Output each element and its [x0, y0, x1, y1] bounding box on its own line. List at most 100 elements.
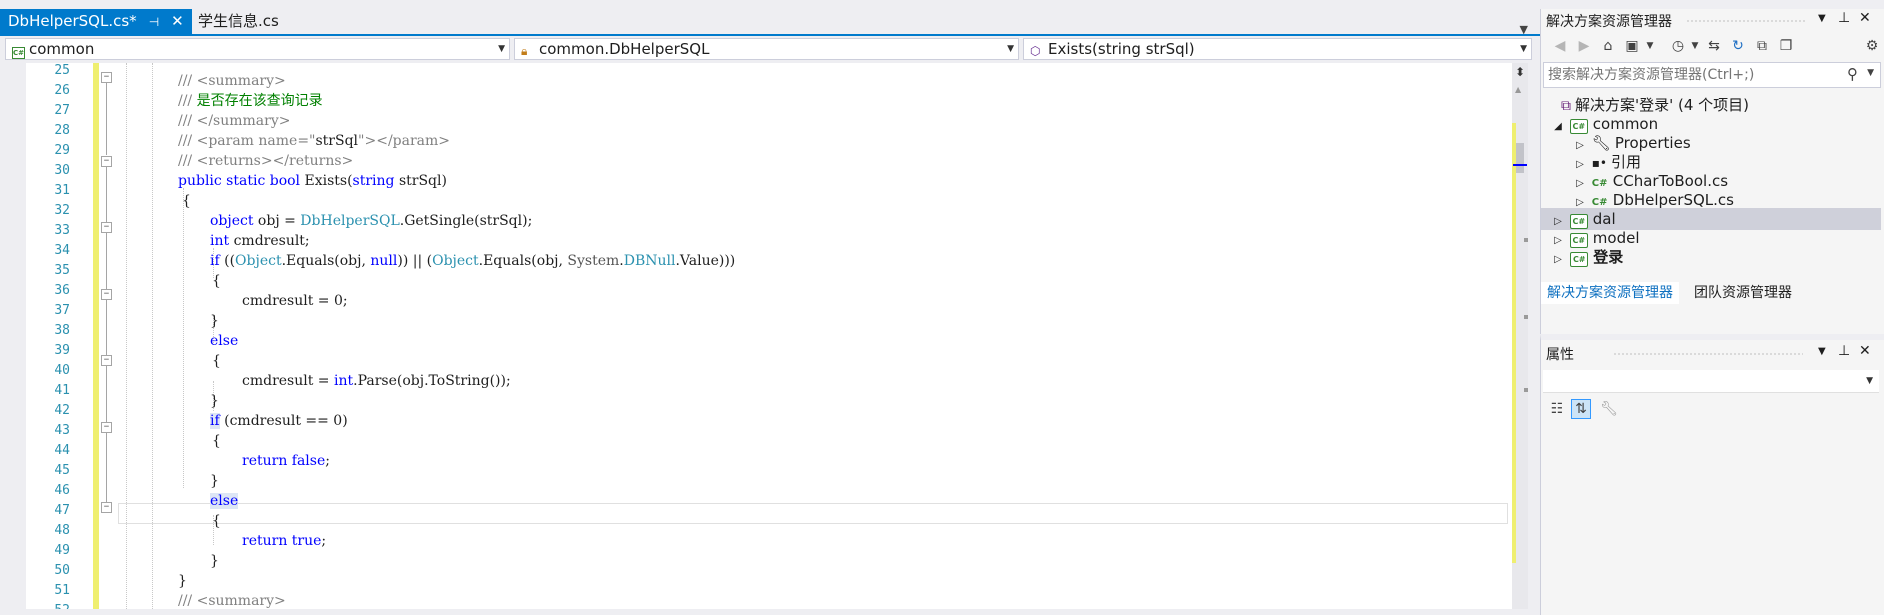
line-number-gutter: 25 26 27 28 29 30 31 32 33 34 35 36 37 38 39 40 41 42 43 44… [26, 63, 72, 609]
chevron-down-icon[interactable]: ▼ [1818, 13, 1826, 24]
forward-icon[interactable]: ▶ [1575, 37, 1593, 55]
tree-item-login[interactable]: ▷ C# 登录 [1551, 246, 1623, 268]
type-name: DBNull [623, 253, 676, 269]
line-number: 46 [54, 483, 70, 498]
collapsed-triangle-icon[interactable]: ▷ [1551, 249, 1565, 271]
refresh-icon[interactable]: ↻ [1729, 37, 1747, 55]
tab-overflow-chevron-icon[interactable]: ▼ [1520, 23, 1528, 36]
type-name: DbHelperSQL [300, 213, 400, 229]
keyword: string [352, 173, 395, 189]
chevron-down-icon[interactable]: ▼ [1686, 37, 1704, 55]
fold-toggle[interactable]: − [101, 222, 112, 233]
navigation-bar: C# common ▼ 🔒︎ common.DbHelperSQL ▼ ⬡ Exist… [0, 37, 1540, 61]
split-window-icon[interactable]: ⬍ [1514, 65, 1526, 79]
line-number: 50 [54, 563, 70, 578]
fold-toggle[interactable]: − [101, 156, 112, 167]
close-icon[interactable]: ✕ [1859, 10, 1871, 26]
code-text: } [210, 393, 219, 409]
close-icon[interactable]: ✕ [171, 12, 184, 30]
project-dropdown[interactable]: C# common ▼ [5, 38, 510, 60]
code-line-32: { [182, 191, 191, 211]
panel-grip[interactable] [1686, 19, 1806, 24]
back-icon[interactable]: ◀ [1551, 37, 1569, 55]
categorized-icon[interactable]: ☷ [1547, 399, 1567, 419]
tab-student-info[interactable]: 学生信息.cs [190, 9, 287, 34]
change-tracking-bar [93, 63, 99, 609]
chevron-down-icon[interactable]: ▼ [1818, 346, 1826, 357]
editor-vertical-scrollbar[interactable]: ⬍ ▲ [1512, 63, 1528, 609]
pending-changes-icon[interactable]: ◷ [1669, 37, 1687, 55]
code-line-36: { [212, 271, 221, 291]
expanded-triangle-icon[interactable]: ◢ [1551, 116, 1565, 138]
code-editor: DbHelperSQL.cs* ⊣ ✕ 学生信息.cs ▼ C# common ▼ 🔒… [0, 0, 1540, 609]
sync-icon[interactable]: ⇆ [1705, 37, 1723, 55]
tab-team-explorer[interactable]: 团队资源管理器 [1688, 282, 1798, 304]
fold-toggle[interactable]: − [101, 289, 112, 300]
indent-guide [126, 63, 127, 609]
object-selector-dropdown[interactable]: ▼ [1543, 370, 1879, 393]
comment: /// <summary> [178, 593, 286, 609]
class-icon: 🔒︎ [521, 44, 528, 58]
alphabetical-icon[interactable]: ⇅ [1571, 399, 1591, 419]
tree-item-label: dal [1592, 210, 1616, 228]
code-text: .Equals(obj, [281, 253, 371, 269]
search-icon[interactable]: ⚲ [1847, 65, 1858, 83]
line-number: 40 [54, 363, 70, 378]
code-text: (( [219, 253, 236, 269]
code-line-49: return true; [242, 531, 326, 551]
tree-item-label: 登录 [1593, 248, 1624, 266]
tab-solution-explorer[interactable]: 解决方案资源管理器 [1541, 282, 1679, 304]
code-surface[interactable]: 25 26 27 28 29 30 31 32 33 34 35 36 37 38 39 40 41 42 43 44… [0, 63, 1512, 609]
class-dropdown[interactable]: 🔒︎ common.DbHelperSQL ▼ [514, 38, 1019, 60]
property-pages-icon[interactable]: 🔧︎ [1599, 399, 1619, 419]
tab-dbhelpersql[interactable]: DbHelperSQL.cs* ⊣ ✕ [0, 9, 192, 34]
class-name: common.DbHelperSQL [539, 40, 710, 58]
csharp-project-icon: C# [12, 47, 25, 59]
code-line-40: { [212, 351, 221, 371]
code-text: } [178, 573, 187, 589]
scrollbar-thumb[interactable] [1516, 143, 1524, 173]
overview-mark [1524, 238, 1528, 242]
chevron-down-icon: ▼ [1866, 376, 1873, 386]
code-text: (cmdresult == 0) [219, 413, 348, 429]
chevron-down-icon: ▼ [1520, 44, 1527, 54]
fold-toggle[interactable]: − [101, 72, 112, 83]
tree-item-label: common [1592, 115, 1659, 133]
close-icon[interactable]: ✕ [1859, 343, 1871, 359]
type-name: Object [432, 253, 479, 269]
line-number: 39 [54, 343, 70, 358]
member-name: Exists(string strSql) [1048, 40, 1195, 58]
pin-icon[interactable]: ⊣ [149, 15, 159, 29]
code-line-48: { [212, 511, 221, 531]
line-number: 30 [54, 163, 70, 178]
indent-guide [183, 188, 184, 488]
line-number: 44 [54, 443, 70, 458]
code-line-34: int cmdresult; [210, 231, 310, 251]
home-icon[interactable]: ⌂ [1599, 37, 1617, 55]
chevron-down-icon[interactable]: ▼ [1867, 68, 1874, 78]
scroll-up-arrow-icon[interactable]: ▲ [1515, 85, 1521, 94]
chevron-down-icon[interactable]: ▼ [1641, 37, 1659, 55]
fold-toggle[interactable]: − [101, 502, 112, 513]
project-name: common [29, 40, 95, 58]
indent-guide [152, 63, 153, 609]
line-number: 29 [54, 143, 70, 158]
code-text: { [212, 513, 221, 529]
type-name: Object [235, 253, 282, 269]
panel-grip[interactable] [1613, 352, 1803, 357]
fold-toggle[interactable]: − [101, 422, 112, 433]
pin-icon[interactable]: ⊥ [1838, 10, 1850, 26]
switch-views-icon[interactable]: ▣ [1623, 37, 1641, 55]
code-line-37: cmdresult = 0; [242, 291, 348, 311]
search-input[interactable] [1548, 65, 1838, 85]
code-text: ; [325, 453, 330, 469]
fold-toggle[interactable]: − [101, 355, 112, 366]
comment: /// <returns></returns> [178, 153, 354, 169]
collapse-all-icon[interactable]: ⧉ [1753, 37, 1771, 55]
pin-icon[interactable]: ⊥ [1838, 343, 1850, 359]
properties-icon[interactable]: ⚙ [1863, 37, 1881, 55]
code-text: { [182, 193, 191, 209]
show-all-files-icon[interactable]: ❐ [1777, 37, 1795, 55]
member-dropdown[interactable]: ⬡ Exists(string strSql) ▼ [1023, 38, 1532, 60]
solution-search-box[interactable]: ⚲ ▼ [1543, 62, 1881, 88]
